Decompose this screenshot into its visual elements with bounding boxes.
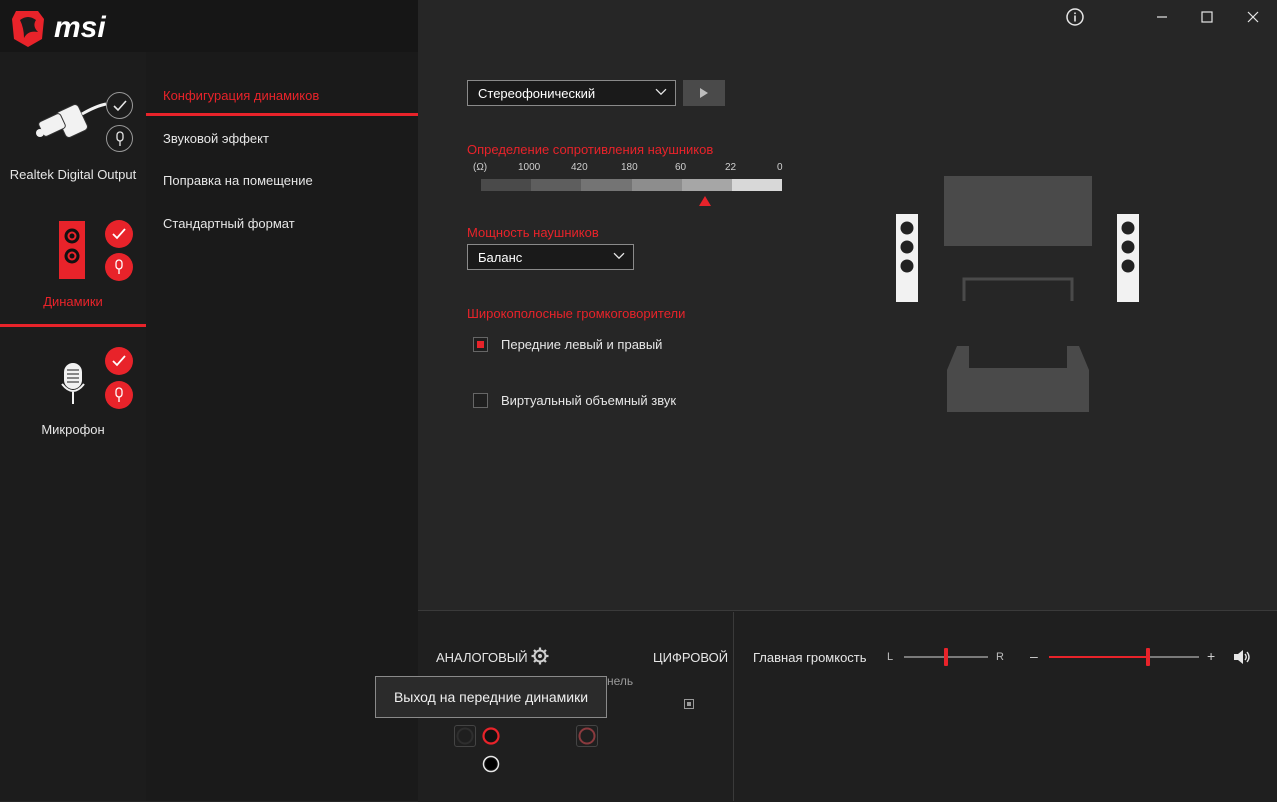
volume-slider-thumb[interactable] — [1146, 648, 1150, 666]
headphone-power-value: Баланс — [478, 249, 523, 265]
device-label: Микрофон — [41, 422, 105, 437]
default-comm-device-icon[interactable] — [105, 381, 133, 409]
impedance-scale — [481, 179, 783, 191]
impedance-marker-icon — [699, 196, 711, 206]
play-test-button[interactable] — [683, 80, 725, 106]
chevron-down-icon — [613, 252, 625, 260]
jack-port[interactable] — [454, 725, 476, 747]
active-menu-indicator — [146, 113, 418, 116]
active-device-indicator — [0, 324, 146, 327]
menu-item-sound-effect[interactable]: Звуковой эффект — [163, 131, 269, 146]
menu-item-default-format[interactable]: Стандартный формат — [163, 216, 295, 231]
volume-plus-button[interactable]: + — [1207, 648, 1215, 664]
menu-item-room-correction[interactable]: Поправка на помещение — [163, 173, 313, 188]
virtual-surround-checkbox[interactable] — [473, 393, 488, 408]
jack-port[interactable] — [480, 753, 502, 775]
speaker-room-diagram — [896, 176, 1139, 412]
impedance-tick: 0 — [777, 162, 783, 173]
svg-text:msi: msi — [54, 11, 106, 44]
impedance-tick: 22 — [725, 162, 737, 173]
balance-left-label: L — [887, 651, 894, 663]
digital-output-plug-icon — [36, 102, 107, 138]
bottom-divider — [733, 612, 734, 801]
impedance-tick: 1000 — [518, 162, 541, 173]
digital-label: ЦИФРОВОЙ — [653, 650, 729, 665]
default-comm-device-icon[interactable] — [105, 253, 133, 281]
balance-right-label: R — [996, 651, 1004, 663]
microphone-icon — [61, 363, 85, 404]
menu-panel-header — [146, 0, 418, 52]
tooltip: Выход на передние динамики — [375, 676, 607, 718]
chevron-down-icon — [655, 88, 667, 96]
speaker-config-value: Стереофонический — [478, 85, 596, 101]
maximize-icon[interactable] — [1195, 6, 1219, 28]
virtual-surround-label: Виртуальный объемный звук — [501, 393, 677, 408]
device-label: Динамики — [43, 294, 103, 309]
table-shape — [962, 277, 1074, 301]
screen-shape — [944, 176, 1092, 246]
speaker-icon — [59, 221, 85, 279]
impedance-title: Определение сопротивления наушников — [467, 142, 714, 157]
default-device-check-icon[interactable] — [106, 92, 133, 119]
logo-area: msi — [0, 0, 146, 52]
volume-slider-fill — [1049, 656, 1148, 658]
headphone-power-title: Мощность наушников — [467, 225, 599, 240]
impedance-tick: 180 — [621, 162, 638, 173]
gear-icon[interactable] — [531, 647, 549, 665]
impedance-tick: 60 — [675, 162, 687, 173]
speaker-volume-icon[interactable] — [1233, 649, 1251, 665]
close-icon[interactable] — [1241, 6, 1265, 28]
headphone-power-dropdown[interactable]: Баланс — [467, 244, 634, 270]
impedance-tick: (Ω) — [473, 162, 488, 173]
master-volume-label: Главная громкость — [753, 650, 867, 665]
msi-logo: msi — [12, 11, 106, 47]
panel-label-partial: нель — [607, 674, 634, 688]
balance-slider-thumb[interactable] — [944, 648, 948, 666]
analog-label: АНАЛОГОВЫЙ — [436, 650, 528, 665]
volume-minus-button[interactable]: – — [1030, 648, 1038, 664]
device-label: Realtek Digital Output — [9, 167, 137, 182]
device-digital-output[interactable]: Realtek Digital Output — [0, 52, 146, 202]
info-icon[interactable] — [1063, 6, 1087, 28]
jack-port[interactable] — [576, 725, 598, 747]
speaker-config-dropdown[interactable]: Стереофонический — [467, 80, 676, 106]
default-comm-device-icon[interactable] — [106, 125, 133, 152]
default-device-check-icon[interactable] — [105, 220, 133, 248]
front-lr-checkbox[interactable] — [473, 337, 488, 352]
front-lr-label: Передние левый и правый — [501, 337, 663, 352]
fullrange-title: Широкополосные громкоговорители — [467, 306, 686, 321]
sofa-shape — [947, 346, 1089, 412]
jack-port-front-out[interactable] — [480, 725, 502, 747]
device-speakers[interactable]: Динамики — [0, 202, 146, 327]
digital-port-icon — [684, 699, 694, 709]
default-device-check-icon[interactable] — [105, 347, 133, 375]
impedance-tick: 420 — [571, 162, 588, 173]
device-microphone[interactable]: Микрофон — [0, 330, 146, 450]
play-icon — [700, 88, 708, 98]
minimize-icon[interactable] — [1150, 6, 1174, 28]
menu-item-speaker-config[interactable]: Конфигурация динамиков — [163, 88, 319, 103]
